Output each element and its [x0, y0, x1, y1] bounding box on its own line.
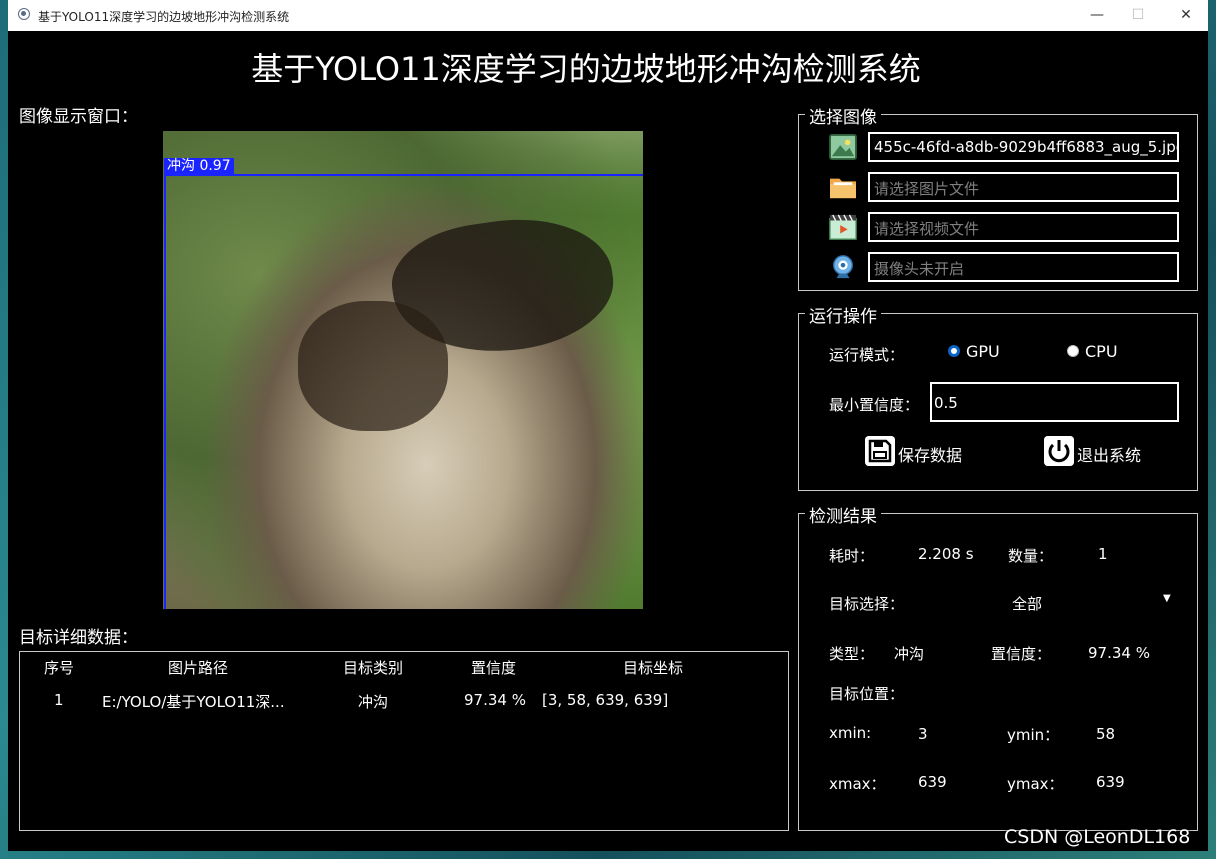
- gpu-radio[interactable]: [948, 345, 960, 357]
- window-title: 基于YOLO11深度学习的边坡地形冲沟检测系统: [38, 10, 290, 24]
- dropdown-arrow-icon[interactable]: ▼: [1163, 593, 1171, 604]
- cell-class: 冲沟: [358, 693, 389, 711]
- cell-index: 1: [54, 691, 64, 709]
- cell-path: E:/YOLO/基于YOLO11深...: [102, 693, 285, 711]
- ymin-value: 58: [1096, 725, 1116, 743]
- column-header-class[interactable]: 目标类别: [343, 657, 403, 678]
- video-file-field[interactable]: 请选择视频文件: [868, 212, 1179, 242]
- xmin-value: 3: [918, 725, 928, 743]
- time-label: 耗时：: [829, 547, 875, 565]
- xmax-value: 639: [918, 773, 947, 791]
- image-icon[interactable]: [828, 134, 858, 160]
- image-file-field[interactable]: 455c-46fd-a8db-9029b4ff6883_aug_5.jpg: [868, 132, 1179, 162]
- bounding-box: [164, 174, 643, 609]
- cell-confidence: 97.34 %: [464, 691, 526, 709]
- page-title: 基于YOLO11深度学习的边坡地形冲沟检测系统: [251, 50, 921, 88]
- details-label: 目标详细数据：: [19, 628, 138, 648]
- bounding-box-label: 冲沟 0.97: [164, 158, 234, 174]
- save-data-button[interactable]: 保存数据: [865, 436, 995, 468]
- detection-image: 冲沟 0.97: [163, 131, 643, 609]
- confidence-value: 97.34 %: [1088, 644, 1150, 662]
- cpu-radio-label[interactable]: CPU: [1085, 342, 1118, 361]
- ymax-label: ymax：: [1007, 775, 1064, 793]
- exit-system-label: 退出系统: [1077, 446, 1142, 465]
- title-bar: 基于YOLO11深度学习的边坡地形冲沟检测系统 — ☐ ✕: [8, 0, 1208, 31]
- select-image-title: 选择图像: [805, 103, 881, 128]
- watermark: CSDN @LeonDL168: [1004, 826, 1191, 848]
- cpu-radio[interactable]: [1067, 345, 1079, 357]
- column-header-confidence[interactable]: 置信度: [471, 657, 516, 678]
- min-confidence-label: 最小置信度：: [829, 396, 920, 414]
- run-ops-group: 运行操作 运行模式： GPU CPU 最小置信度： 0.5 保存数据 退出系统: [798, 302, 1198, 491]
- app-icon: [18, 8, 30, 20]
- select-image-group: 选择图像 455c-46fd-a8db-9029b4ff6883_aug_5.j…: [798, 103, 1198, 291]
- image-folder-field[interactable]: 请选择图片文件: [868, 172, 1179, 202]
- count-value: 1: [1098, 545, 1108, 563]
- type-label: 类型：: [829, 645, 875, 663]
- minimize-button[interactable]: —: [1082, 4, 1112, 26]
- time-value: 2.208 s: [918, 545, 974, 563]
- run-mode-label: 运行模式：: [829, 346, 905, 364]
- camera-field[interactable]: 摄像头未开启: [868, 252, 1179, 282]
- min-confidence-input[interactable]: 0.5: [930, 382, 1179, 422]
- results-title: 检测结果: [805, 502, 881, 527]
- xmax-label: xmax：: [829, 775, 886, 793]
- run-ops-title: 运行操作: [805, 302, 881, 327]
- xmin-label: xmin:: [829, 724, 872, 742]
- power-icon: [1044, 436, 1074, 466]
- image-panel-label: 图像显示窗口：: [19, 107, 138, 127]
- gpu-radio-label[interactable]: GPU: [966, 342, 1000, 361]
- cell-coords: [3, 58, 639, 639]: [542, 691, 669, 709]
- video-icon[interactable]: [828, 214, 858, 240]
- close-button[interactable]: ✕: [1171, 4, 1201, 26]
- save-data-label: 保存数据: [898, 446, 963, 465]
- maximize-button[interactable]: ☐: [1123, 4, 1153, 26]
- save-icon: [865, 436, 895, 466]
- details-table: 序号 图片路径 目标类别 置信度 目标坐标 1 E:/YOLO/基于YOLO11…: [19, 651, 789, 831]
- column-header-path[interactable]: 图片路径: [168, 657, 228, 678]
- column-header-coords[interactable]: 目标坐标: [623, 657, 683, 678]
- target-select-dropdown[interactable]: 全部: [1012, 593, 1042, 614]
- type-value: 冲沟: [894, 645, 925, 663]
- app-window: 基于YOLO11深度学习的边坡地形冲沟检测系统 — ☐ ✕ 基于YOLO11深度…: [8, 0, 1208, 851]
- exit-system-button[interactable]: 退出系统: [1044, 436, 1174, 468]
- ymax-value: 639: [1096, 773, 1125, 791]
- target-position-label: 目标位置：: [829, 685, 905, 703]
- camera-icon[interactable]: [828, 254, 858, 280]
- column-header-index[interactable]: 序号: [44, 657, 74, 678]
- count-label: 数量：: [1008, 547, 1054, 565]
- target-select-label: 目标选择：: [829, 595, 905, 613]
- folder-icon[interactable]: [828, 174, 858, 200]
- confidence-label: 置信度：: [991, 645, 1052, 663]
- results-group: 检测结果 耗时： 2.208 s 数量： 1 目标选择： 全部 ▼ 类型： 冲沟…: [798, 502, 1198, 831]
- ymin-label: ymin：: [1007, 726, 1060, 744]
